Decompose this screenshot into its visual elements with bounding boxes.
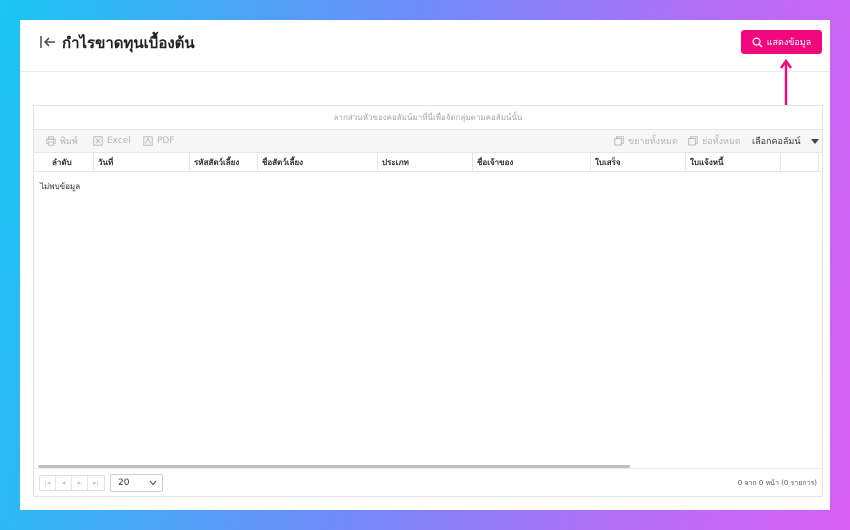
column-header-owner[interactable]: ชื่อเจ้าของ: [473, 153, 591, 172]
data-grid: ลากส่วนหัวของคอลัมน์มาที่นี่เพื่อจัดกลุ่…: [33, 105, 823, 497]
column-chooser-button[interactable]: เลือกคอลัมน์: [752, 130, 820, 152]
grid-footer: |◂ ◂ ▸ ▸| 20 0 จาก 0 หน้า (0 รายการ): [34, 468, 822, 496]
grid-toolbar: พิมพ์ Excel PDF ขยายทั้งหมด ย่อทั้งหมด เ…: [34, 130, 822, 152]
pointer-arrow-icon: [780, 58, 792, 106]
column-header-spacer: [781, 153, 819, 172]
group-panel[interactable]: ลากส่วนหัวของคอลัมน์มาที่นี่เพื่อจัดกลุ่…: [34, 106, 822, 130]
last-page-icon[interactable]: ▸|: [88, 476, 104, 490]
column-header-row: ลำดับ วันที่ รหัสสัตว์เลี้ยง ชื่อสัตว์เล…: [34, 152, 822, 172]
pager-info: 0 จาก 0 หน้า (0 รายการ): [737, 479, 817, 487]
collapse-all-button[interactable]: ย่อทั้งหมด: [688, 130, 741, 152]
prev-page-icon[interactable]: ◂: [56, 476, 72, 490]
column-header-pet-name[interactable]: ชื่อสัตว์เลี้ยง: [258, 153, 378, 172]
pdf-export-button[interactable]: PDF: [143, 130, 175, 152]
chevron-down-icon: [149, 480, 157, 486]
next-page-icon[interactable]: ▸: [72, 476, 88, 490]
column-header-type[interactable]: ประเภท: [378, 153, 473, 172]
page-size-value: 20: [118, 478, 130, 488]
pdf-icon: [143, 136, 153, 146]
print-label: พิมพ์: [60, 137, 78, 147]
collapse-icon: [688, 136, 698, 146]
no-data-message: ไม่พบข้อมูล: [40, 182, 81, 191]
first-page-icon[interactable]: |◂: [40, 476, 56, 490]
pager-navigation: |◂ ◂ ▸ ▸|: [39, 475, 105, 491]
collapse-all-label: ย่อทั้งหมด: [702, 137, 741, 147]
column-chooser-label: เลือกคอลัมน์: [752, 137, 801, 147]
printer-icon: [46, 136, 56, 146]
excel-label: Excel: [107, 136, 131, 146]
pdf-label: PDF: [157, 136, 175, 146]
page-title: กำไรขาดทุนเบื้องต้น: [62, 35, 195, 52]
excel-icon: [93, 136, 103, 146]
page-size-select[interactable]: 20: [110, 474, 163, 492]
page-header: กำไรขาดทุนเบื้องต้น แสดงข้อมูล: [20, 20, 830, 72]
column-header-index[interactable]: ลำดับ: [34, 153, 94, 172]
search-icon: [752, 37, 763, 48]
show-data-label: แสดงข้อมูล: [766, 38, 812, 48]
main-panel: กำไรขาดทุนเบื้องต้น แสดงข้อมูล ลากส่วนหั…: [20, 20, 830, 510]
column-header-date[interactable]: วันที่: [94, 153, 190, 172]
excel-export-button[interactable]: Excel: [93, 130, 131, 152]
column-header-invoice[interactable]: ใบแจ้งหนี้: [686, 153, 781, 172]
collapse-left-icon[interactable]: [39, 34, 57, 50]
column-header-receipt[interactable]: ใบเสร็จ: [591, 153, 686, 172]
expand-all-label: ขยายทั้งหมด: [628, 137, 678, 147]
expand-icon: [614, 136, 624, 146]
caret-down-icon: [811, 139, 820, 144]
column-header-pet-code[interactable]: รหัสสัตว์เลี้ยง: [190, 153, 258, 172]
show-data-button[interactable]: แสดงข้อมูล: [741, 30, 822, 54]
print-button[interactable]: พิมพ์: [46, 130, 78, 152]
expand-all-button[interactable]: ขยายทั้งหมด: [614, 130, 678, 152]
